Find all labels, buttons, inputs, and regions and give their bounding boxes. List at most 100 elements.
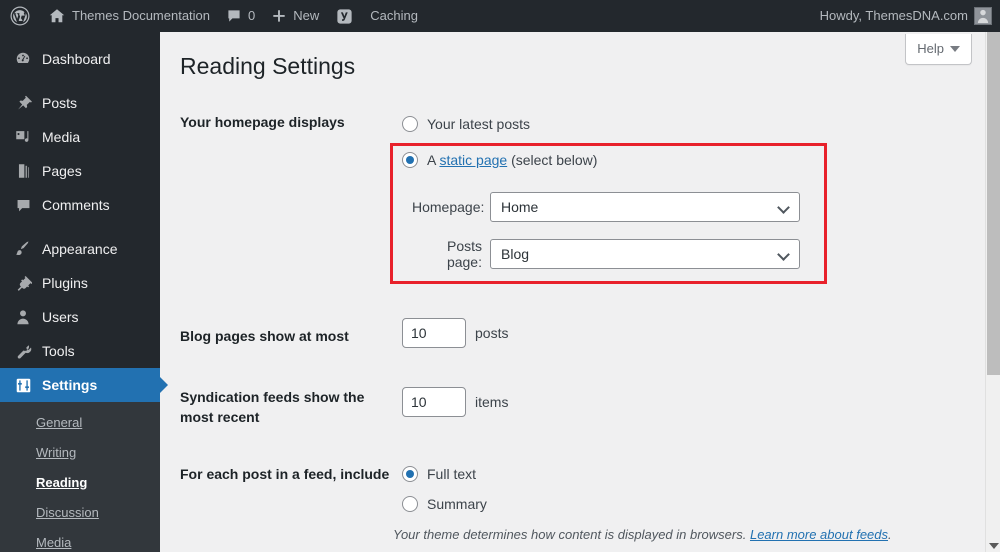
site-name-label: Themes Documentation	[72, 0, 210, 32]
radio-static-page-label: A static page (select below)	[427, 150, 597, 170]
feed-description-suffix: .	[888, 527, 892, 542]
radio-latest-posts-control[interactable]	[402, 116, 418, 132]
sidebar-item-label: Plugins	[42, 276, 88, 290]
sidebar-item-plugins[interactable]: Plugins	[0, 266, 160, 300]
radio-full-text-label: Full text	[427, 464, 476, 484]
blog-pages-label: Blog pages show at most	[180, 326, 380, 346]
submenu-item-writing[interactable]: Writing	[0, 438, 160, 468]
sidebar-item-label: Appearance	[42, 242, 118, 256]
wordpress-logo-button[interactable]	[0, 0, 40, 32]
comment-bubble-icon	[226, 8, 242, 24]
syndication-label: Syndication feeds show the most recent	[180, 387, 380, 427]
paintbrush-icon	[13, 239, 33, 259]
static-suffix-text: (select below)	[507, 152, 597, 168]
homepage-select[interactable]: Home	[490, 192, 800, 222]
wrench-icon	[13, 341, 33, 361]
settings-submenu: General Writing Reading Discussion Media	[0, 402, 160, 552]
media-icon	[13, 127, 33, 147]
homepage-select-value: Home	[501, 199, 538, 215]
page-title: Reading Settings	[180, 52, 355, 81]
submenu-item-reading[interactable]: Reading	[0, 468, 160, 498]
chevron-down-icon	[777, 201, 790, 214]
sidebar-item-posts[interactable]: Posts	[0, 86, 160, 120]
sidebar-separator-1	[0, 76, 160, 86]
learn-more-feeds-link[interactable]: Learn more about feeds	[750, 527, 888, 542]
new-content-button[interactable]: New	[263, 0, 327, 32]
posts-page-select[interactable]: Blog	[490, 239, 800, 269]
posts-page-select-label: Posts page:	[412, 238, 490, 270]
caching-label: Caching	[370, 0, 418, 32]
static-prefix-text: A	[427, 152, 439, 168]
sidebar-item-label: Dashboard	[42, 52, 111, 66]
dashboard-icon	[13, 49, 33, 69]
chevron-down-icon	[777, 248, 790, 261]
sidebar-item-users[interactable]: Users	[0, 300, 160, 334]
admin-bar: Themes Documentation 0 New Caching Ho	[0, 0, 1000, 32]
radio-full-text-control[interactable]	[402, 466, 418, 482]
homepage-displays-label: Your homepage displays	[180, 112, 380, 132]
sidebar-item-tools[interactable]: Tools	[0, 334, 160, 368]
submenu-item-general[interactable]: General	[0, 408, 160, 438]
submenu-item-discussion[interactable]: Discussion	[0, 498, 160, 528]
chevron-down-icon	[950, 46, 960, 52]
sidebar-item-settings[interactable]: Settings	[0, 368, 160, 402]
blog-pages-field: posts	[402, 318, 508, 348]
syndication-unit: items	[475, 394, 508, 410]
radio-summary-label: Summary	[427, 494, 487, 514]
sidebar-item-appearance[interactable]: Appearance	[0, 232, 160, 266]
posts-page-select-value: Blog	[501, 246, 529, 262]
new-content-label: New	[293, 0, 319, 32]
radio-static-page[interactable]: A static page (select below)	[402, 150, 597, 170]
main-content: Help Reading Settings Your homepage disp…	[160, 32, 985, 552]
comments-count: 0	[248, 0, 255, 32]
sidebar-item-label: Tools	[42, 344, 75, 358]
help-label: Help	[917, 41, 944, 56]
sidebar-item-label: Comments	[42, 198, 110, 212]
sidebar-item-label: Pages	[42, 164, 82, 178]
radio-latest-posts[interactable]: Your latest posts	[402, 114, 530, 134]
pages-icon	[13, 161, 33, 181]
my-account-button[interactable]: Howdy, ThemesDNA.com	[812, 0, 1000, 32]
sidebar-separator-2	[0, 222, 160, 232]
syndication-field: items	[402, 387, 508, 417]
scrollbar-thumb[interactable]	[987, 32, 1000, 375]
vertical-scrollbar[interactable]	[985, 32, 1000, 552]
home-icon	[48, 7, 66, 25]
blog-pages-input[interactable]	[402, 318, 466, 348]
sidebar-top-spacer	[0, 32, 160, 42]
yoast-seo-button[interactable]	[327, 0, 362, 32]
radio-summary[interactable]: Summary	[402, 494, 487, 514]
radio-full-text[interactable]: Full text	[402, 464, 476, 484]
radio-latest-posts-label: Your latest posts	[427, 114, 530, 134]
syndication-input[interactable]	[402, 387, 466, 417]
sidebar-item-media[interactable]: Media	[0, 120, 160, 154]
homepage-select-label: Homepage:	[412, 199, 490, 215]
feed-description-prefix: Your theme determines how content is dis…	[393, 527, 750, 542]
howdy-label: Howdy, ThemesDNA.com	[820, 0, 968, 32]
radio-summary-control[interactable]	[402, 496, 418, 512]
homepage-select-row: Homepage: Home	[412, 192, 800, 222]
comments-button[interactable]: 0	[218, 0, 263, 32]
submenu-item-media[interactable]: Media	[0, 528, 160, 552]
chevron-down-icon[interactable]	[989, 543, 999, 549]
feed-description: Your theme determines how content is dis…	[393, 526, 973, 544]
sidebar-item-dashboard[interactable]: Dashboard	[0, 42, 160, 76]
help-toggle-button[interactable]: Help	[905, 34, 972, 65]
sidebar-item-label: Settings	[42, 378, 97, 392]
admin-sidebar-menu: Dashboard Posts Media Pages	[0, 32, 160, 552]
posts-page-select-row: Posts page: Blog	[412, 238, 800, 270]
site-name-button[interactable]: Themes Documentation	[40, 0, 218, 32]
radio-static-page-control[interactable]	[402, 152, 418, 168]
sidebar-item-comments[interactable]: Comments	[0, 188, 160, 222]
plus-icon	[271, 8, 287, 24]
yoast-seo-icon	[335, 7, 354, 26]
static-page-link[interactable]: static page	[439, 152, 507, 168]
sidebar-item-label: Media	[42, 130, 80, 144]
caching-button[interactable]: Caching	[362, 0, 426, 32]
sidebar-item-label: Users	[42, 310, 79, 324]
sidebar-item-pages[interactable]: Pages	[0, 154, 160, 188]
plugin-icon	[13, 273, 33, 293]
settings-sliders-icon	[13, 375, 33, 395]
wordpress-logo-icon	[10, 6, 30, 26]
blog-pages-unit: posts	[475, 325, 508, 341]
